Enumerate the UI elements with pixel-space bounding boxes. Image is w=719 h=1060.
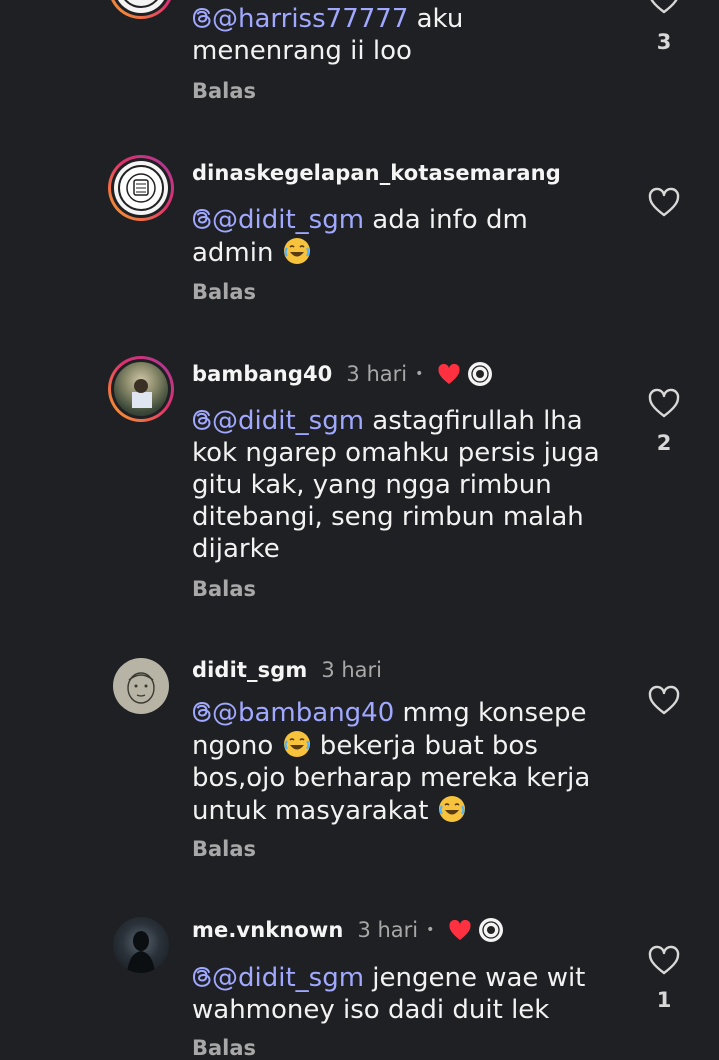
avatar[interactable]: [108, 0, 174, 19]
threads-icon: [192, 7, 211, 28]
timestamp: 3 hari: [346, 362, 408, 386]
comment-text: @didit_sgm ada info dm admin: [192, 204, 617, 269]
like-count: 1: [656, 988, 672, 1012]
reply-button[interactable]: Balas: [192, 837, 256, 861]
reply-button[interactable]: Balas: [192, 1036, 256, 1060]
separator-dot: •: [426, 922, 435, 938]
comment-meta: didit_sgm 3 hari: [192, 655, 382, 685]
heart-outline-icon[interactable]: [647, 388, 681, 420]
threads-icon: [192, 409, 211, 430]
comment-meta: bambang40 3 hari •: [192, 359, 493, 389]
creator-avatar: [468, 362, 493, 386]
like-count: 3: [656, 30, 672, 54]
username[interactable]: didit_sgm: [192, 658, 307, 682]
face-with-tears-of-joy-icon: [283, 731, 310, 757]
comment-text: @harriss77777 aku menenrang ii loo: [192, 3, 617, 67]
mention-text[interactable]: @didit_sgm: [212, 963, 364, 993]
avatar[interactable]: [108, 155, 174, 221]
comment-text: @didit_sgm astagfirullah lha kok ngarep …: [192, 405, 617, 565]
mention-text[interactable]: @didit_sgm: [212, 406, 364, 436]
mention-link[interactable]: @didit_sgm: [192, 963, 364, 993]
avatar[interactable]: [113, 917, 169, 973]
comment-text: @bambang40 mmg konsepe ngono bekerja bua…: [192, 697, 617, 827]
mention-link[interactable]: @didit_sgm: [192, 406, 364, 436]
timestamp: 3 hari: [357, 918, 419, 942]
heart-outline-icon[interactable]: [647, 187, 681, 219]
comment-meta: dinaskegelapan_kotasemarang: [192, 158, 561, 188]
heart-filled-icon: [449, 919, 471, 940]
username[interactable]: bambang40: [192, 362, 332, 386]
reply-button[interactable]: Balas: [192, 79, 256, 103]
mention-link[interactable]: @harriss77777: [192, 4, 408, 34]
timestamp: 3 hari: [321, 658, 383, 682]
mention-link[interactable]: @didit_sgm: [192, 205, 364, 235]
mention-text[interactable]: @didit_sgm: [212, 205, 364, 235]
comment-meta: me.vnknown 3 hari •: [192, 915, 504, 945]
avatar[interactable]: [108, 356, 174, 422]
threads-icon: [192, 701, 211, 722]
username[interactable]: me.vnknown: [192, 918, 343, 942]
heart-outline-icon[interactable]: [647, 685, 681, 717]
face-with-tears-of-joy-icon: [283, 238, 310, 264]
separator-dot: •: [415, 366, 424, 382]
face-with-tears-of-joy-icon: [438, 796, 465, 822]
heart-outline-icon[interactable]: [647, 0, 681, 16]
threads-icon: [192, 208, 211, 229]
threads-icon: [192, 966, 211, 987]
heart-filled-icon: [438, 363, 460, 384]
mention-text[interactable]: @bambang40: [212, 698, 394, 728]
mention-text[interactable]: @harriss77777: [212, 4, 408, 34]
avatar[interactable]: [113, 658, 169, 714]
reply-button[interactable]: Balas: [192, 577, 256, 601]
reply-button[interactable]: Balas: [192, 280, 256, 304]
like-count: 2: [656, 431, 672, 455]
username[interactable]: dinaskegelapan_kotasemarang: [192, 161, 561, 185]
mention-link[interactable]: @bambang40: [192, 698, 394, 728]
heart-outline-icon[interactable]: [647, 945, 681, 977]
comment-text: @didit_sgm jengene wae wit wahmoney iso …: [192, 962, 617, 1026]
creator-avatar: [479, 918, 504, 942]
